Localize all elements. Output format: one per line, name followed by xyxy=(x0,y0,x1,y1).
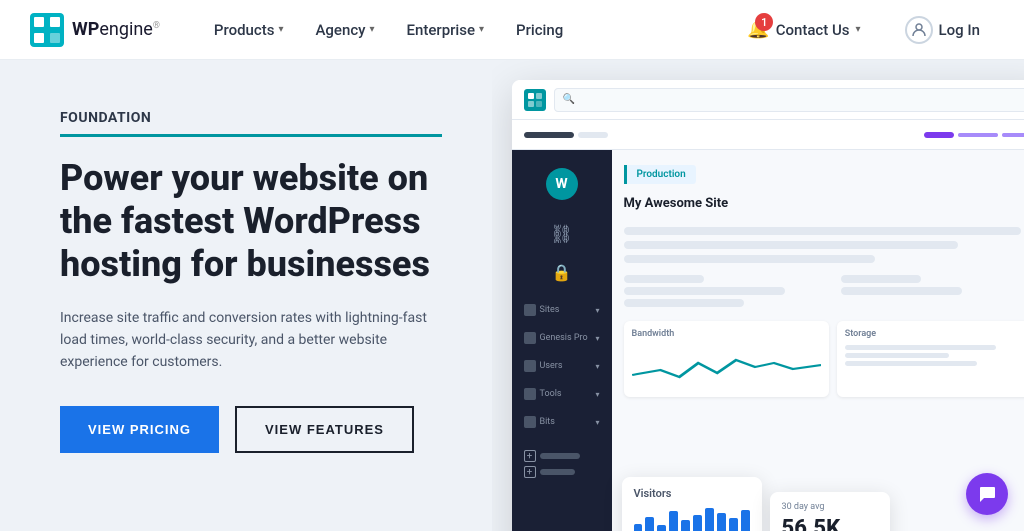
contact-us-button[interactable]: 🔔 1 Contact Us ▾ xyxy=(733,11,874,48)
login-button[interactable]: Log In xyxy=(891,8,994,52)
logo[interactable]: WPengine® xyxy=(30,13,160,47)
add-btn-2[interactable]: + xyxy=(524,466,600,478)
notification-badge: 1 xyxy=(755,13,773,31)
plus-icon: + xyxy=(524,466,536,478)
chevron-down-icon: ▾ xyxy=(479,24,484,35)
bandwidth-label: Bandwidth xyxy=(632,329,821,339)
users-icon xyxy=(524,360,536,372)
bar xyxy=(693,515,702,531)
bar xyxy=(645,517,654,531)
mockup-topbar: 🔍 xyxy=(512,80,1024,120)
view-pricing-button[interactable]: VIEW PRICING xyxy=(60,406,219,453)
chevron-down-icon: ▾ xyxy=(370,24,375,35)
sidebar-item-users[interactable]: Users ▾ xyxy=(512,354,612,378)
charts-row: Bandwidth Storage xyxy=(624,321,1024,397)
bar xyxy=(681,520,690,531)
nav-item-pricing[interactable]: Pricing xyxy=(502,13,577,47)
sidebar-item-sites[interactable]: Sites ▾ xyxy=(512,298,612,322)
content-line xyxy=(841,287,962,295)
storage-label: Storage xyxy=(845,329,1024,339)
nav-links: Products ▾ Agency ▾ Enterprise ▾ Pricing xyxy=(200,13,733,47)
bandwidth-chart: Bandwidth xyxy=(624,321,829,397)
main-content: Foundation Power your website on the fas… xyxy=(0,60,1024,531)
foundation-label: Foundation xyxy=(60,110,442,137)
sites-icon xyxy=(524,304,536,316)
avg-label: 30 day avg xyxy=(782,502,878,512)
mockup-logo-icon xyxy=(524,89,546,111)
add-btn-1[interactable]: + xyxy=(524,450,600,462)
sidebar-item-tools[interactable]: Tools ▾ xyxy=(512,382,612,406)
content-line xyxy=(841,275,922,283)
user-icon xyxy=(905,16,933,44)
lock-icon: 🔒 xyxy=(520,263,604,282)
chevron-down-icon: ▾ xyxy=(856,24,861,35)
add-buttons-section: + + xyxy=(512,446,612,482)
sidebar-item-bits[interactable]: Bits ▾ xyxy=(512,410,612,434)
content-line xyxy=(624,241,959,249)
mockup-sidebar: W ⛓ 🔒 Sites ▾ Genesis Pro ▾ xyxy=(512,150,612,531)
bar xyxy=(669,511,678,531)
bar xyxy=(634,524,643,531)
content-line xyxy=(624,299,745,307)
content-cols xyxy=(624,275,1024,307)
col-left xyxy=(624,275,825,307)
storage-chart: Storage xyxy=(837,321,1024,397)
nav-item-products[interactable]: Products ▾ xyxy=(200,13,298,47)
hero-headline: Power your website on the fastest WordPr… xyxy=(60,157,442,287)
plus-icon: + xyxy=(524,450,536,462)
nav-item-agency[interactable]: Agency ▾ xyxy=(301,13,388,47)
content-line xyxy=(624,255,875,263)
visitors-card: Visitors xyxy=(622,477,762,531)
cta-buttons: VIEW PRICING VIEW FEATURES xyxy=(60,406,442,453)
content-line xyxy=(624,227,1022,235)
avg-card: 30 day avg 56.5K xyxy=(770,492,890,531)
col-right xyxy=(841,275,1024,307)
bits-icon xyxy=(524,416,536,428)
content-line xyxy=(624,275,705,283)
view-features-button[interactable]: VIEW FEATURES xyxy=(235,406,414,453)
tools-icon xyxy=(524,388,536,400)
mockup-main-content: Production My Awesome Site xyxy=(612,150,1024,531)
search-icon: 🔍 xyxy=(563,94,575,105)
navbar: WPengine® Products ▾ Agency ▾ Enterprise… xyxy=(0,0,1024,60)
dashboard-preview: 🔍 W xyxy=(492,60,1024,531)
visitors-bars xyxy=(634,506,750,531)
dashboard-mockup: 🔍 W xyxy=(512,80,1024,531)
genesis-icon xyxy=(524,332,536,344)
visitors-label: Visitors xyxy=(634,487,750,500)
chevron-down-icon: ▾ xyxy=(278,24,283,35)
hero-subtext: Increase site traffic and conversion rat… xyxy=(60,307,442,374)
bar xyxy=(705,508,714,531)
logo-text: WPengine® xyxy=(72,19,160,40)
mockup-search[interactable]: 🔍 xyxy=(554,88,1024,112)
sidebar-avatar: W xyxy=(546,168,578,200)
content-lines xyxy=(624,227,1024,263)
sidebar-item-genesis[interactable]: Genesis Pro ▾ xyxy=(512,326,612,350)
nav-right: 🔔 1 Contact Us ▾ Log In xyxy=(733,8,994,52)
chat-bubble[interactable] xyxy=(966,473,1008,515)
content-line xyxy=(624,287,785,295)
wpengine-logo-icon xyxy=(30,13,64,47)
mockup-body: W ⛓ 🔒 Sites ▾ Genesis Pro ▾ xyxy=(512,150,1024,531)
production-banner: Production xyxy=(624,165,696,184)
link-icon: ⛓ xyxy=(520,224,604,245)
bar xyxy=(657,525,666,531)
bar xyxy=(717,513,726,531)
avg-value: 56.5K xyxy=(782,516,878,531)
mockup-tabs xyxy=(512,120,1024,150)
nav-item-enterprise[interactable]: Enterprise ▾ xyxy=(393,13,499,47)
bar xyxy=(729,518,738,531)
hero-section: Foundation Power your website on the fas… xyxy=(0,60,492,531)
production-section: Production xyxy=(624,162,1024,188)
site-title: My Awesome Site xyxy=(624,196,1024,211)
bar xyxy=(741,510,750,531)
